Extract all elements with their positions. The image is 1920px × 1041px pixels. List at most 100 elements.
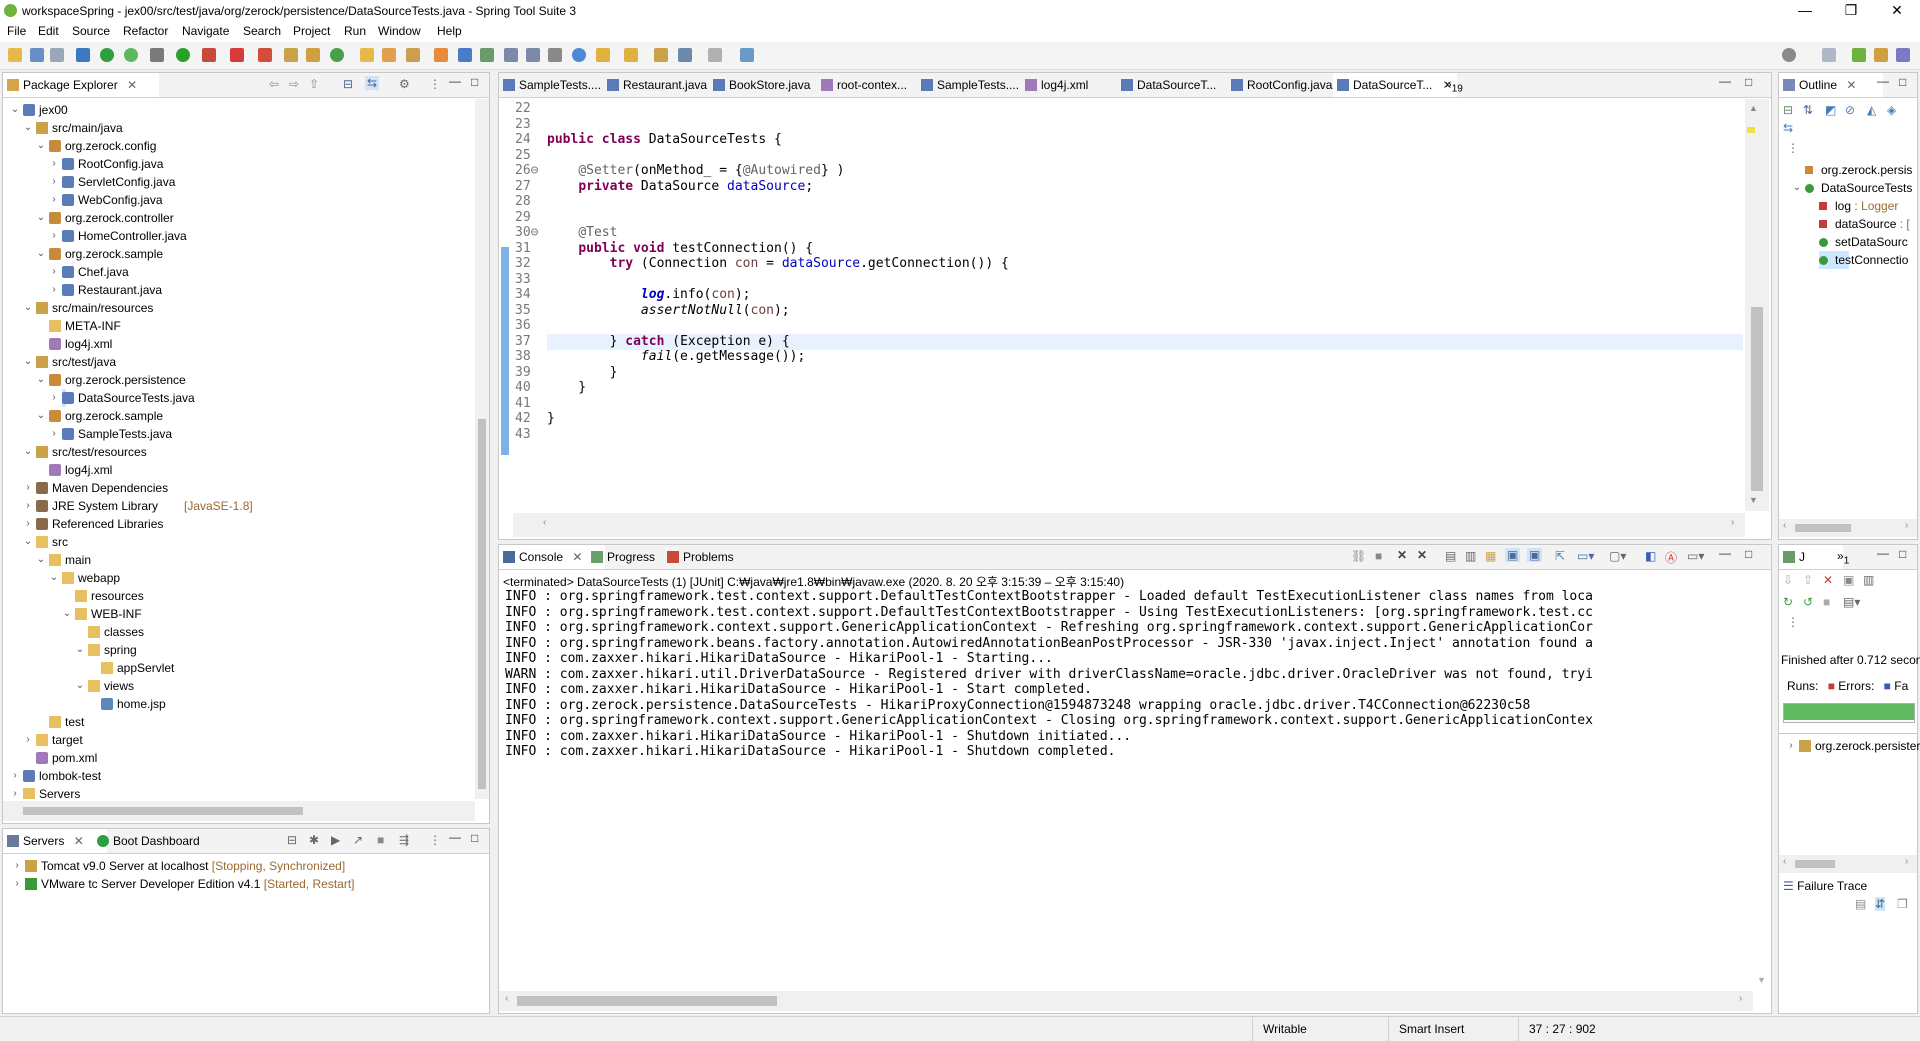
scroll-down-icon[interactable]: ▼ [1757,975,1766,985]
collapsed-arrow-icon[interactable]: › [22,515,34,533]
open-type-icon[interactable] [360,48,374,62]
web-browser-icon[interactable] [572,48,586,62]
publish-icon[interactable]: ⇶ [399,833,409,847]
code-area[interactable]: 22 23 24 public class DataSourceTests {25 26… [513,99,1745,511]
menu-window[interactable]: Window [378,24,421,38]
expanded-arrow-icon[interactable]: ⌄ [35,245,47,263]
prev-annotation-icon[interactable] [624,48,638,62]
filter-trace-icon[interactable]: ⇵ [1875,897,1886,911]
hide-fields-icon[interactable]: ◩ [1825,103,1836,117]
status-insert-mode[interactable]: Smart Insert [1388,1017,1529,1041]
package-tree-hscroll-thumb[interactable] [23,807,303,815]
minimize-view-icon[interactable]: — [449,830,461,844]
close-icon[interactable]: ✕ [74,834,84,848]
console-vscroll[interactable]: ▼ [1753,589,1769,985]
expanded-arrow-icon[interactable]: ⌄ [35,209,47,227]
code-line[interactable]: @Test [547,225,617,240]
search-tool-icon[interactable] [406,48,420,62]
scroll-left-icon[interactable]: ‹ [1783,856,1786,867]
outline-item[interactable]: testConnectio [1819,251,1908,269]
display-console-icon[interactable]: ▭▾ [1577,549,1594,563]
console-line[interactable]: INFO : org.springframework.context.suppo… [505,713,1593,728]
tree-item[interactable]: › DataSourceTests.java [52,389,195,407]
tab-outline[interactable]: Outline ✕ [1779,73,1883,97]
maximize-view-icon[interactable]: □ [1745,75,1752,89]
hide-local-types-icon[interactable]: ◈ [1887,103,1896,117]
package-tree-vscroll[interactable] [475,99,489,799]
profile-server-icon[interactable]: ↗ [353,833,363,847]
tab-junit[interactable]: J [1779,545,1843,569]
menu-help[interactable]: Help [437,24,462,38]
editor-tab[interactable]: DataSourceT... ✕ [1333,73,1457,97]
minimize-view-icon[interactable]: — [1877,546,1889,560]
block-selection-icon[interactable] [526,48,540,62]
terminate-icon[interactable]: ■ [1375,549,1382,563]
menu-navigate[interactable]: Navigate [182,24,229,38]
debug-server-icon[interactable]: ✱ [309,833,319,847]
collapsed-arrow-icon[interactable]: › [48,227,60,245]
view-menu-icon[interactable]: ⋮ [429,833,441,847]
refresh-icon[interactable] [124,48,138,62]
console-output[interactable]: INFO : org.springframework.test.context.… [499,589,1753,985]
junit-hscroll[interactable]: ‹ › [1779,855,1917,873]
menu-search[interactable]: Search [243,24,281,38]
stop-icon[interactable]: ■ [1823,595,1830,609]
menu-source[interactable]: Source [72,24,110,38]
external-tools-icon[interactable] [202,48,216,62]
terminal-icon[interactable] [76,48,90,62]
debug-icon[interactable] [150,48,164,62]
spring-perspective-icon[interactable] [1852,48,1866,62]
remove-all-icon[interactable]: ✕ [1417,548,1427,562]
expanded-arrow-icon[interactable]: ⌄ [22,119,34,137]
next-annotation-icon[interactable] [596,48,610,62]
link-icon[interactable]: ⛓ [1351,549,1366,563]
minimize-view-icon[interactable]: — [1719,74,1731,88]
close-icon[interactable]: ✕ [1846,78,1856,92]
maximize-view-icon[interactable]: □ [1899,547,1906,561]
remove-launch-icon[interactable]: ✕ [1397,548,1407,562]
rerun-failed-icon[interactable]: ↺ [1803,595,1813,609]
search-icon[interactable] [1782,48,1796,62]
view-menu-icon[interactable]: ⋮ [429,77,441,91]
collapsed-arrow-icon[interactable]: › [22,731,34,749]
pin-editor-icon[interactable] [740,48,754,62]
collapse-all-icon[interactable]: ⊟ [1783,103,1793,117]
expanded-arrow-icon[interactable]: ⌄ [22,299,34,317]
scroll-lock-icon[interactable]: ▥ [1465,549,1476,563]
expanded-arrow-icon[interactable]: ⌄ [74,641,86,659]
outline-hscroll[interactable]: ‹ › [1779,519,1917,537]
collapsed-arrow-icon[interactable]: › [9,785,21,799]
view-menu-icon[interactable]: ⋮ [1787,615,1799,629]
sort-icon[interactable]: ⇅ [1803,103,1813,117]
collapsed-arrow-icon[interactable]: › [22,497,34,515]
editor-vscroll[interactable]: ▲ ▼ [1745,99,1769,511]
word-wrap-icon[interactable]: ▦ [1485,549,1496,563]
up-nav-icon[interactable]: ⇧ [309,77,319,91]
collapse-icon[interactable]: ⊟ [287,833,297,847]
menu-run[interactable]: Run [344,24,366,38]
new-java-project-icon[interactable] [284,48,298,62]
anchor-icon[interactable]: Ⓐ [1665,549,1677,566]
code-line[interactable]: } [547,380,586,395]
copy-trace-icon[interactable]: ❐ [1897,897,1908,911]
junit-hscroll-thumb[interactable] [1795,860,1835,868]
expanded-arrow-icon[interactable]: ⌄ [35,371,47,389]
code-line[interactable]: public void testConnection() { [547,241,813,256]
stop-icon[interactable] [230,48,244,62]
show-on-stdout-icon[interactable]: ▣ [1505,548,1521,562]
scroll-right-icon[interactable]: › [1739,993,1742,1004]
expand-arrow-icon[interactable]: › [11,857,23,875]
show-on-stderr-icon[interactable]: ▣ [1527,548,1543,562]
expanded-arrow-icon[interactable]: ⌄ [9,101,21,119]
open-perspective-icon[interactable] [1822,48,1836,62]
package-tree-hscroll[interactable] [3,801,475,821]
maximize-view-icon[interactable]: □ [1899,75,1906,89]
console-line[interactable]: INFO : org.springframework.test.context.… [505,589,1593,604]
scroll-lock-icon[interactable]: ▥ [1863,573,1874,587]
task-icon[interactable] [434,48,448,62]
last-edit-icon[interactable] [654,48,668,62]
prev-failure-icon[interactable]: ⇧ [1803,573,1813,587]
view-menu-icon[interactable]: ▭▾ [1687,549,1704,563]
minimize-view-icon[interactable]: — [1877,74,1889,88]
console-line[interactable]: INFO : com.zaxxer.hikari.HikariDataSourc… [505,744,1115,759]
